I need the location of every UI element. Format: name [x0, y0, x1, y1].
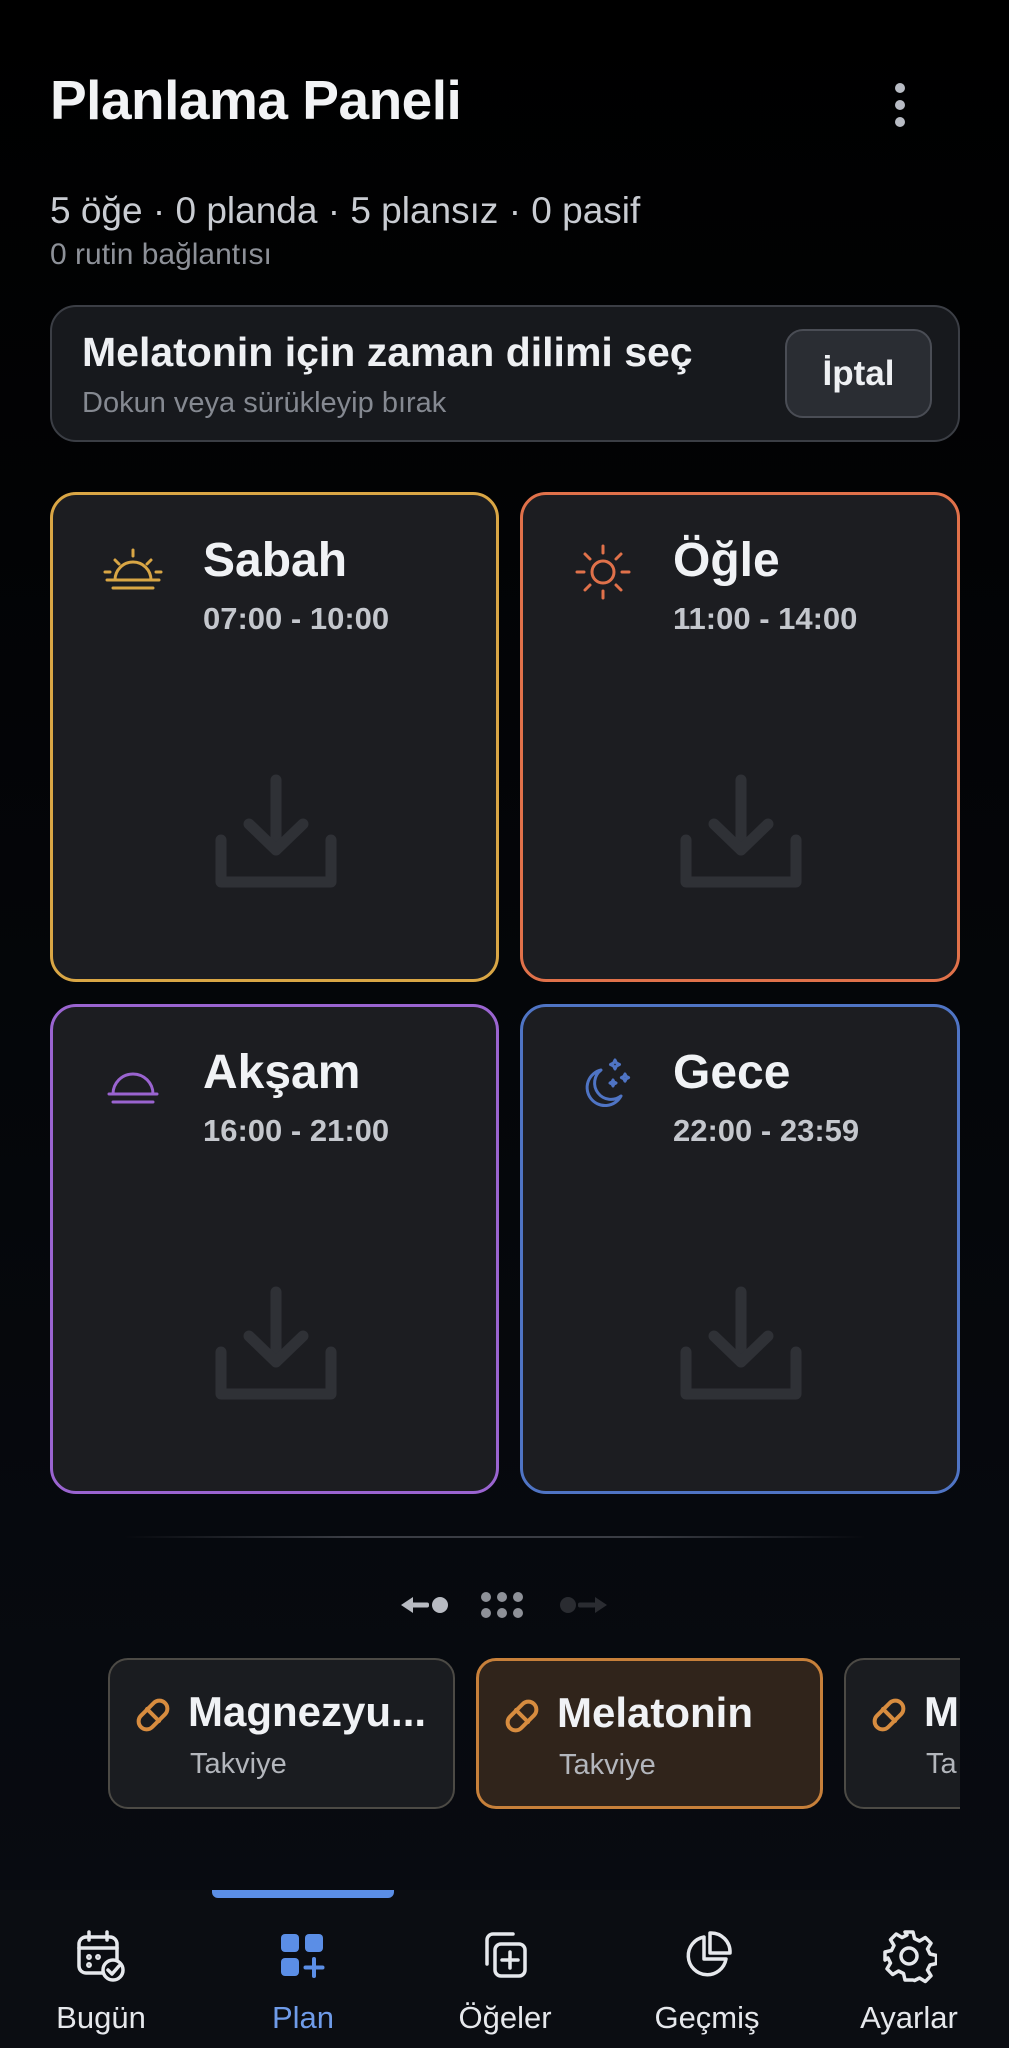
item-name: Magnezyu...	[188, 1688, 427, 1735]
item-category: Takviye	[190, 1748, 287, 1780]
bottom-navigation: Bugün Plan Öğeler Geçmiş Ayarlar	[0, 1890, 1009, 2048]
nav-tab-items[interactable]: Öğeler	[430, 1928, 580, 2048]
cancel-button[interactable]: İptal	[785, 329, 932, 418]
drop-target-icon	[215, 774, 337, 888]
grid-dots-icon	[481, 1592, 523, 1618]
item-name: Melatonin	[557, 1689, 753, 1736]
item-chip[interactable]: M Ta	[844, 1658, 960, 1809]
banner-title: Melatonin için zaman dilimi seç	[82, 329, 693, 375]
routine-links-count: 0 rutin bağlantısı	[50, 238, 272, 271]
nav-tab-today[interactable]: Bugün	[26, 1928, 176, 2048]
slot-selection-banner: Melatonin için zaman dilimi seç Dokun ve…	[50, 305, 960, 442]
arrow-right-icon	[560, 1597, 607, 1613]
slot-name: Öğle	[673, 534, 780, 587]
scroll-indicator[interactable]	[395, 1585, 625, 1625]
slot-name: Sabah	[203, 534, 348, 587]
time-slot-evening[interactable]: Akşam 16:00 - 21:00	[50, 1004, 499, 1494]
drop-target-icon	[215, 1286, 337, 1400]
grid-plus-icon	[281, 1934, 325, 1978]
nav-label: Ayarlar	[860, 2000, 958, 2035]
pill-icon	[136, 1698, 170, 1732]
item-category: Takviye	[559, 1749, 656, 1781]
moon-stars-icon	[585, 1058, 631, 1107]
slot-time-range: 16:00 - 21:00	[203, 1113, 390, 1148]
nav-tab-plan[interactable]: Plan	[228, 1928, 378, 2048]
pill-icon	[872, 1698, 906, 1732]
slot-name: Akşam	[203, 1046, 361, 1099]
pie-chart-icon	[686, 1931, 732, 1977]
nav-tab-history[interactable]: Geçmiş	[632, 1928, 782, 2048]
slot-time-range: 22:00 - 23:59	[673, 1113, 860, 1148]
slot-name: Gece	[673, 1046, 791, 1099]
arrow-left-icon	[401, 1597, 448, 1613]
item-carousel[interactable]: Magnezyu... Takviye Melatonin Takviye M …	[0, 1655, 960, 1815]
slot-time-range: 07:00 - 10:00	[203, 601, 390, 636]
time-slot-noon[interactable]: Öğle 11:00 - 14:00	[520, 492, 960, 982]
more-menu-button[interactable]	[870, 78, 930, 132]
pill-icon	[505, 1699, 539, 1733]
more-vertical-icon	[895, 83, 905, 93]
drop-target-icon	[680, 774, 802, 888]
copy-plus-icon	[485, 1932, 527, 1978]
summary-stats: 5 öğe · 0 planda · 5 plansız · 0 pasif	[50, 190, 641, 231]
nav-label: Geçmiş	[654, 2000, 760, 2035]
calendar-check-icon	[77, 1930, 125, 1982]
sunset-icon	[107, 1072, 159, 1104]
sun-icon	[575, 544, 631, 600]
item-category: Ta	[926, 1748, 957, 1780]
item-name: M	[924, 1688, 959, 1735]
slot-time-range: 11:00 - 14:00	[673, 601, 858, 636]
sunrise-icon	[103, 548, 163, 590]
banner-subtitle: Dokun veya sürükleyip bırak	[82, 387, 447, 419]
settings-icon	[883, 1930, 937, 1984]
nav-label: Öğeler	[458, 2000, 552, 2035]
nav-label: Plan	[271, 2000, 335, 2035]
page-title: Planlama Paneli	[50, 69, 462, 131]
active-tab-indicator	[212, 1890, 394, 1898]
time-slot-night[interactable]: Gece 22:00 - 23:59	[520, 1004, 960, 1494]
time-slot-morning[interactable]: Sabah 07:00 - 10:00	[50, 492, 499, 982]
nav-label: Bugün	[56, 2000, 146, 2035]
divider	[125, 1536, 865, 1538]
nav-tab-settings[interactable]: Ayarlar	[834, 1928, 984, 2048]
item-chip-selected[interactable]: Melatonin Takviye	[476, 1658, 823, 1809]
drop-target-icon	[680, 1286, 802, 1400]
item-chip[interactable]: Magnezyu... Takviye	[108, 1658, 455, 1809]
